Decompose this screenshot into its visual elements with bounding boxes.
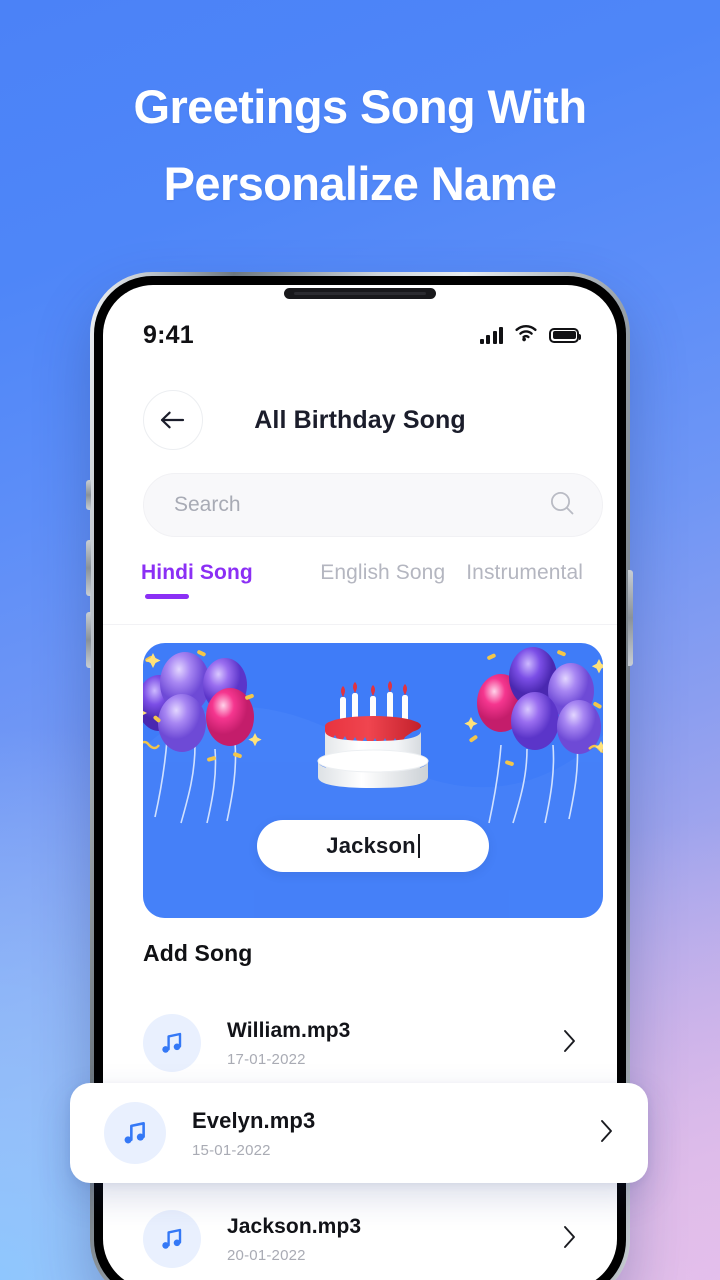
birthday-cake-icon: [317, 681, 429, 788]
tab-label: Hindi Song: [141, 561, 253, 584]
page-title: All Birthday Song: [254, 405, 466, 434]
song-row-william[interactable]: William.mp3 17-01-2022: [103, 995, 617, 1091]
status-time: 9:41: [143, 320, 194, 349]
back-button[interactable]: [143, 390, 203, 450]
signal-bars-icon: [479, 326, 503, 344]
song-name: Jackson.mp3: [227, 1214, 362, 1238]
battery-full-icon: [549, 327, 581, 343]
phone-volume-up: [86, 540, 91, 596]
song-meta: William.mp3 17-01-2022: [227, 1019, 563, 1068]
balloons-icon: [464, 647, 603, 824]
chevron-right-icon[interactable]: [600, 1119, 614, 1148]
tab-active-underline: [145, 594, 189, 599]
phone-power-button: [628, 570, 633, 666]
tab-hindi-song[interactable]: Hindi Song: [141, 561, 316, 603]
personalize-banner: Jackson: [143, 643, 603, 918]
search-icon[interactable]: [548, 489, 576, 522]
category-tabs: Hindi Song English Song Instrumental: [103, 553, 617, 625]
song-date: 20-01-2022: [227, 1246, 306, 1264]
song-name: Evelyn.mp3: [192, 1107, 316, 1133]
personalize-name-value: Jackson: [326, 833, 416, 858]
chevron-right-icon[interactable]: [563, 1029, 577, 1058]
phone-mute-switch: [86, 480, 91, 510]
music-note-icon: [143, 1014, 201, 1072]
song-meta: Jackson.mp3 20-01-2022: [227, 1215, 563, 1264]
tab-instrumental[interactable]: Instrumental: [450, 561, 584, 603]
phone-volume-down: [86, 612, 91, 668]
chevron-right-icon[interactable]: [563, 1225, 577, 1254]
song-meta: Evelyn.mp3 15-01-2022: [192, 1108, 600, 1159]
app-header: All Birthday Song: [103, 385, 617, 455]
text-cursor: [417, 834, 420, 858]
phone-earpiece-notch: [284, 288, 436, 299]
tab-english-song[interactable]: English Song: [316, 561, 450, 603]
add-song-section-title: Add Song: [143, 940, 253, 966]
song-date: 17-01-2022: [227, 1050, 306, 1068]
search-bar[interactable]: [143, 473, 603, 537]
tab-label: Instrumental: [466, 561, 583, 584]
song-row-jackson[interactable]: Jackson.mp3 20-01-2022: [103, 1191, 617, 1280]
headline-line-1: Greetings Song With: [133, 80, 588, 133]
personalize-name-input[interactable]: Jackson: [257, 820, 489, 872]
music-note-icon: [104, 1102, 166, 1164]
wifi-icon: [514, 324, 538, 347]
tab-label: English Song: [320, 561, 446, 584]
arrow-left-icon: [160, 411, 185, 429]
promo-background: Greetings Song With Personalize Name 9:4…: [0, 0, 720, 1280]
song-row-evelyn-highlighted[interactable]: Evelyn.mp3 15-01-2022: [70, 1083, 648, 1183]
balloons-icon: [143, 650, 262, 824]
promo-headline: Greetings Song With Personalize Name: [0, 68, 720, 222]
music-note-icon: [143, 1210, 201, 1268]
headline-line-2: Personalize Name: [163, 157, 557, 210]
status-icons: [479, 324, 581, 347]
search-input[interactable]: [174, 493, 548, 517]
song-name: William.mp3: [227, 1018, 351, 1042]
song-date: 15-01-2022: [192, 1141, 271, 1159]
